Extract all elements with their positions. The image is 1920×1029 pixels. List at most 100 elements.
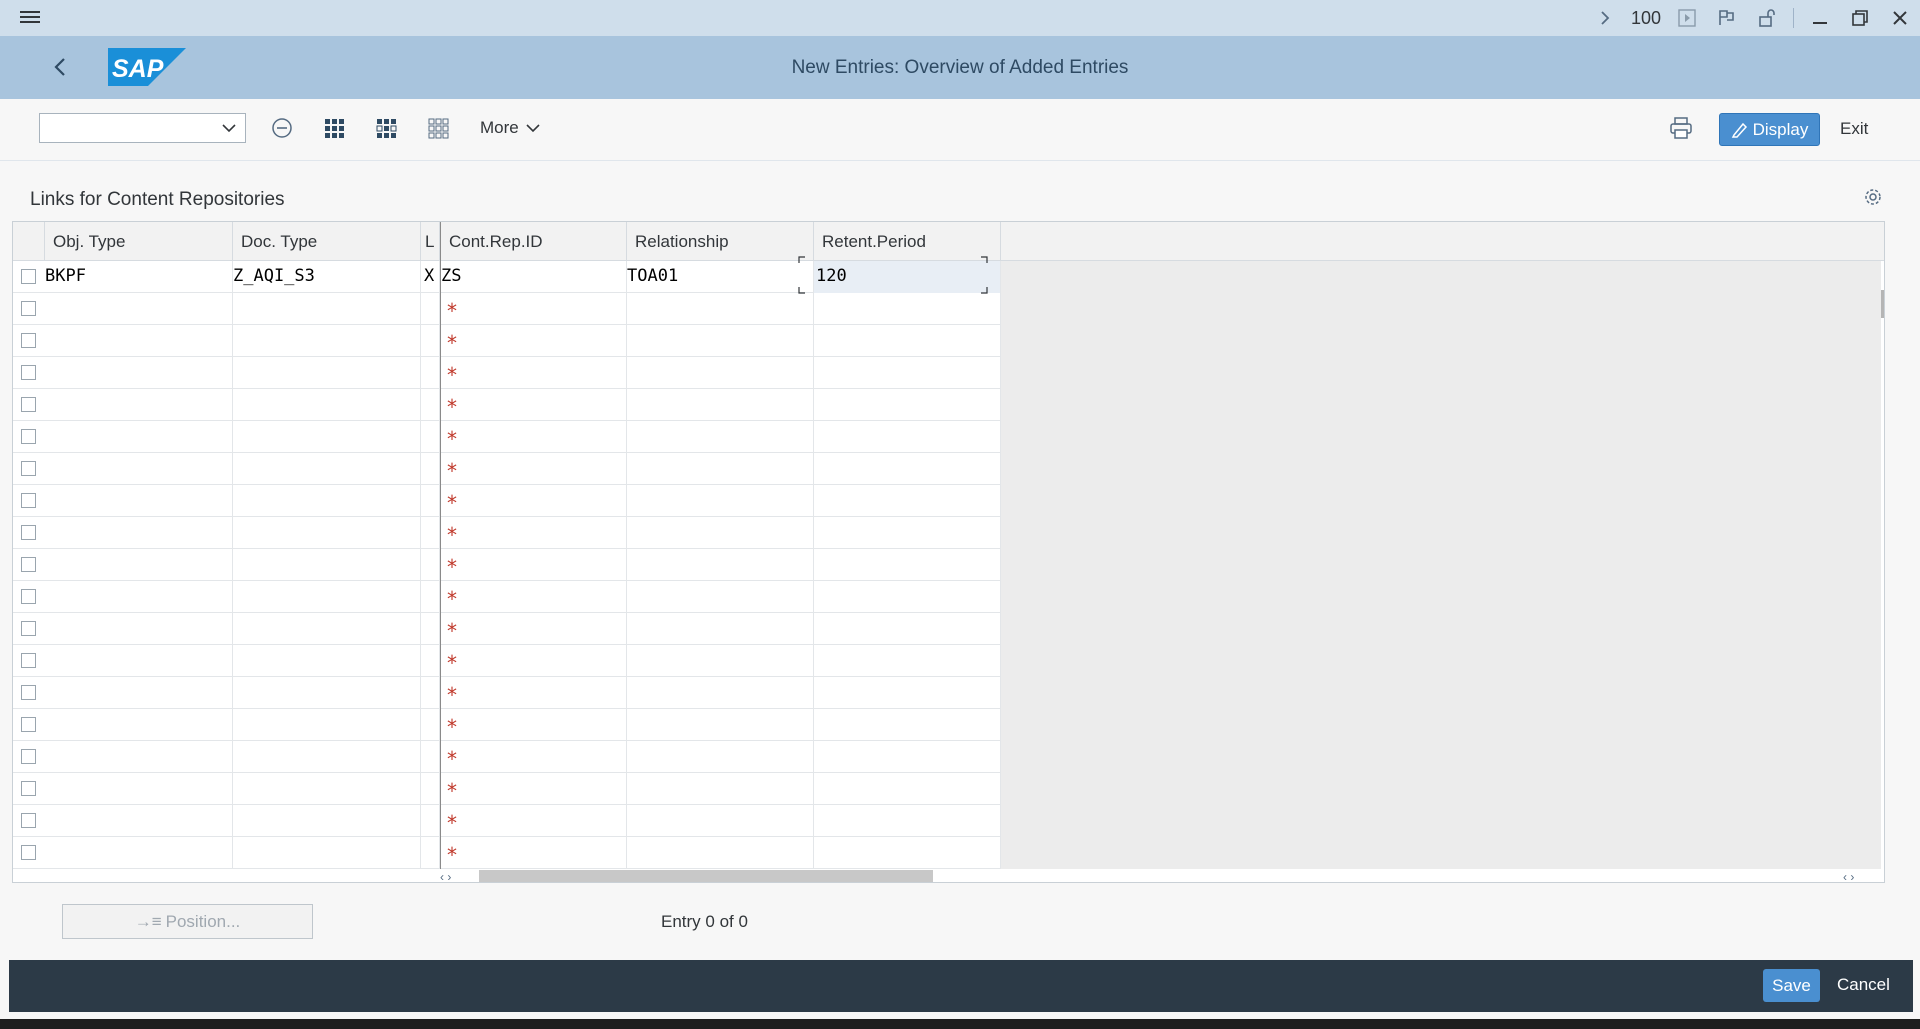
table-cell[interactable] [421, 517, 440, 549]
table-cell[interactable] [45, 709, 233, 741]
table-cell[interactable] [627, 549, 814, 581]
close-icon[interactable] [1880, 0, 1920, 36]
table-cell[interactable] [627, 645, 814, 677]
table-cell[interactable] [627, 805, 814, 837]
table-cell[interactable]: * [440, 837, 627, 869]
row-select-checkbox[interactable] [21, 397, 36, 412]
table-cell[interactable] [233, 741, 421, 773]
table-cell[interactable] [233, 549, 421, 581]
table-cell[interactable] [421, 453, 440, 485]
table-cell[interactable] [45, 549, 233, 581]
table-cell[interactable] [421, 741, 440, 773]
chevron-right-icon[interactable] [1585, 0, 1625, 36]
table-cell[interactable] [233, 517, 421, 549]
table-cell[interactable] [627, 741, 814, 773]
table-cell[interactable] [45, 581, 233, 613]
table-cell[interactable]: * [440, 613, 627, 645]
cell-l[interactable]: X [421, 261, 440, 293]
table-cell[interactable] [421, 485, 440, 517]
table-cell[interactable] [45, 645, 233, 677]
table-cell[interactable] [45, 453, 233, 485]
table-cell[interactable]: * [440, 805, 627, 837]
table-cell[interactable] [814, 741, 1001, 773]
table-cell[interactable] [45, 389, 233, 421]
table-cell[interactable] [45, 357, 233, 389]
row-select-checkbox[interactable] [21, 557, 36, 572]
table-cell[interactable]: * [440, 773, 627, 805]
table-cell[interactable]: * [440, 677, 627, 709]
row-select-checkbox[interactable] [21, 365, 36, 380]
table-cell[interactable] [814, 389, 1001, 421]
table-cell[interactable] [627, 325, 814, 357]
cell-cont-rep-id[interactable]: ZS [440, 261, 627, 293]
table-cell[interactable] [233, 709, 421, 741]
table-cell[interactable]: * [440, 549, 627, 581]
table-cell[interactable] [421, 709, 440, 741]
horizontal-scroll-arrows[interactable]: ‹ › [440, 870, 451, 882]
table-cell[interactable] [45, 517, 233, 549]
table-cell[interactable] [45, 421, 233, 453]
table-cell[interactable] [233, 357, 421, 389]
cancel-button[interactable]: Cancel [1837, 975, 1890, 995]
table-cell[interactable] [421, 357, 440, 389]
column-header-obj-type[interactable]: Obj. Type [45, 222, 233, 261]
cell-retent-period[interactable]: 120 [814, 261, 1001, 293]
row-select-checkbox[interactable] [21, 269, 36, 284]
exit-button[interactable]: Exit [1840, 119, 1868, 139]
table-cell[interactable] [627, 421, 814, 453]
vertical-scrollbar[interactable] [1881, 261, 1884, 869]
table-cell[interactable] [627, 293, 814, 325]
table-cell[interactable]: * [440, 293, 627, 325]
table-cell[interactable] [233, 421, 421, 453]
command-dropdown[interactable] [39, 113, 246, 143]
restore-icon[interactable] [1840, 0, 1880, 36]
table-cell[interactable] [627, 709, 814, 741]
table-cell[interactable] [421, 645, 440, 677]
table-cell[interactable] [627, 517, 814, 549]
table-cell[interactable] [814, 357, 1001, 389]
table-cell[interactable] [233, 645, 421, 677]
customize-icon[interactable] [1707, 0, 1747, 36]
menu-icon[interactable] [20, 8, 42, 28]
table-cell[interactable] [233, 293, 421, 325]
settings-icon[interactable] [1864, 188, 1884, 208]
table-cell[interactable]: * [440, 645, 627, 677]
row-select-checkbox[interactable] [21, 717, 36, 732]
cell-relationship[interactable]: TOA01 [627, 261, 814, 293]
minimize-icon[interactable] [1800, 0, 1840, 36]
row-select-checkbox[interactable] [21, 685, 36, 700]
table-cell[interactable] [814, 613, 1001, 645]
table-cell[interactable] [814, 805, 1001, 837]
more-menu-button[interactable]: More [480, 118, 541, 138]
row-select-checkbox[interactable] [21, 749, 36, 764]
table-cell[interactable] [233, 325, 421, 357]
select-block-icon[interactable] [372, 114, 400, 142]
row-select-checkbox[interactable] [21, 461, 36, 476]
table-cell[interactable]: * [440, 581, 627, 613]
display-button[interactable]: Display [1719, 113, 1820, 146]
row-select-checkbox[interactable] [21, 493, 36, 508]
table-cell[interactable] [233, 485, 421, 517]
table-cell[interactable] [233, 837, 421, 869]
horizontal-scroll-arrows-right[interactable]: ‹ › [1843, 870, 1854, 882]
table-cell[interactable] [45, 773, 233, 805]
table-cell[interactable] [421, 325, 440, 357]
column-header-l[interactable]: L [421, 222, 440, 261]
minus-circle-icon[interactable] [268, 114, 296, 142]
row-select-checkbox[interactable] [21, 301, 36, 316]
row-select-checkbox[interactable] [21, 653, 36, 668]
table-cell[interactable] [627, 453, 814, 485]
table-cell[interactable] [45, 741, 233, 773]
deselect-all-icon[interactable] [424, 114, 452, 142]
column-header-relationship[interactable]: Relationship [627, 222, 814, 261]
table-cell[interactable] [45, 677, 233, 709]
row-select-checkbox[interactable] [21, 813, 36, 828]
table-cell[interactable] [421, 293, 440, 325]
table-cell[interactable] [45, 805, 233, 837]
print-icon[interactable] [1668, 115, 1696, 143]
row-select-checkbox[interactable] [21, 333, 36, 348]
cell-obj-type[interactable]: BKPF [45, 261, 233, 293]
table-cell[interactable] [233, 677, 421, 709]
table-cell[interactable]: * [440, 325, 627, 357]
table-cell[interactable] [814, 677, 1001, 709]
